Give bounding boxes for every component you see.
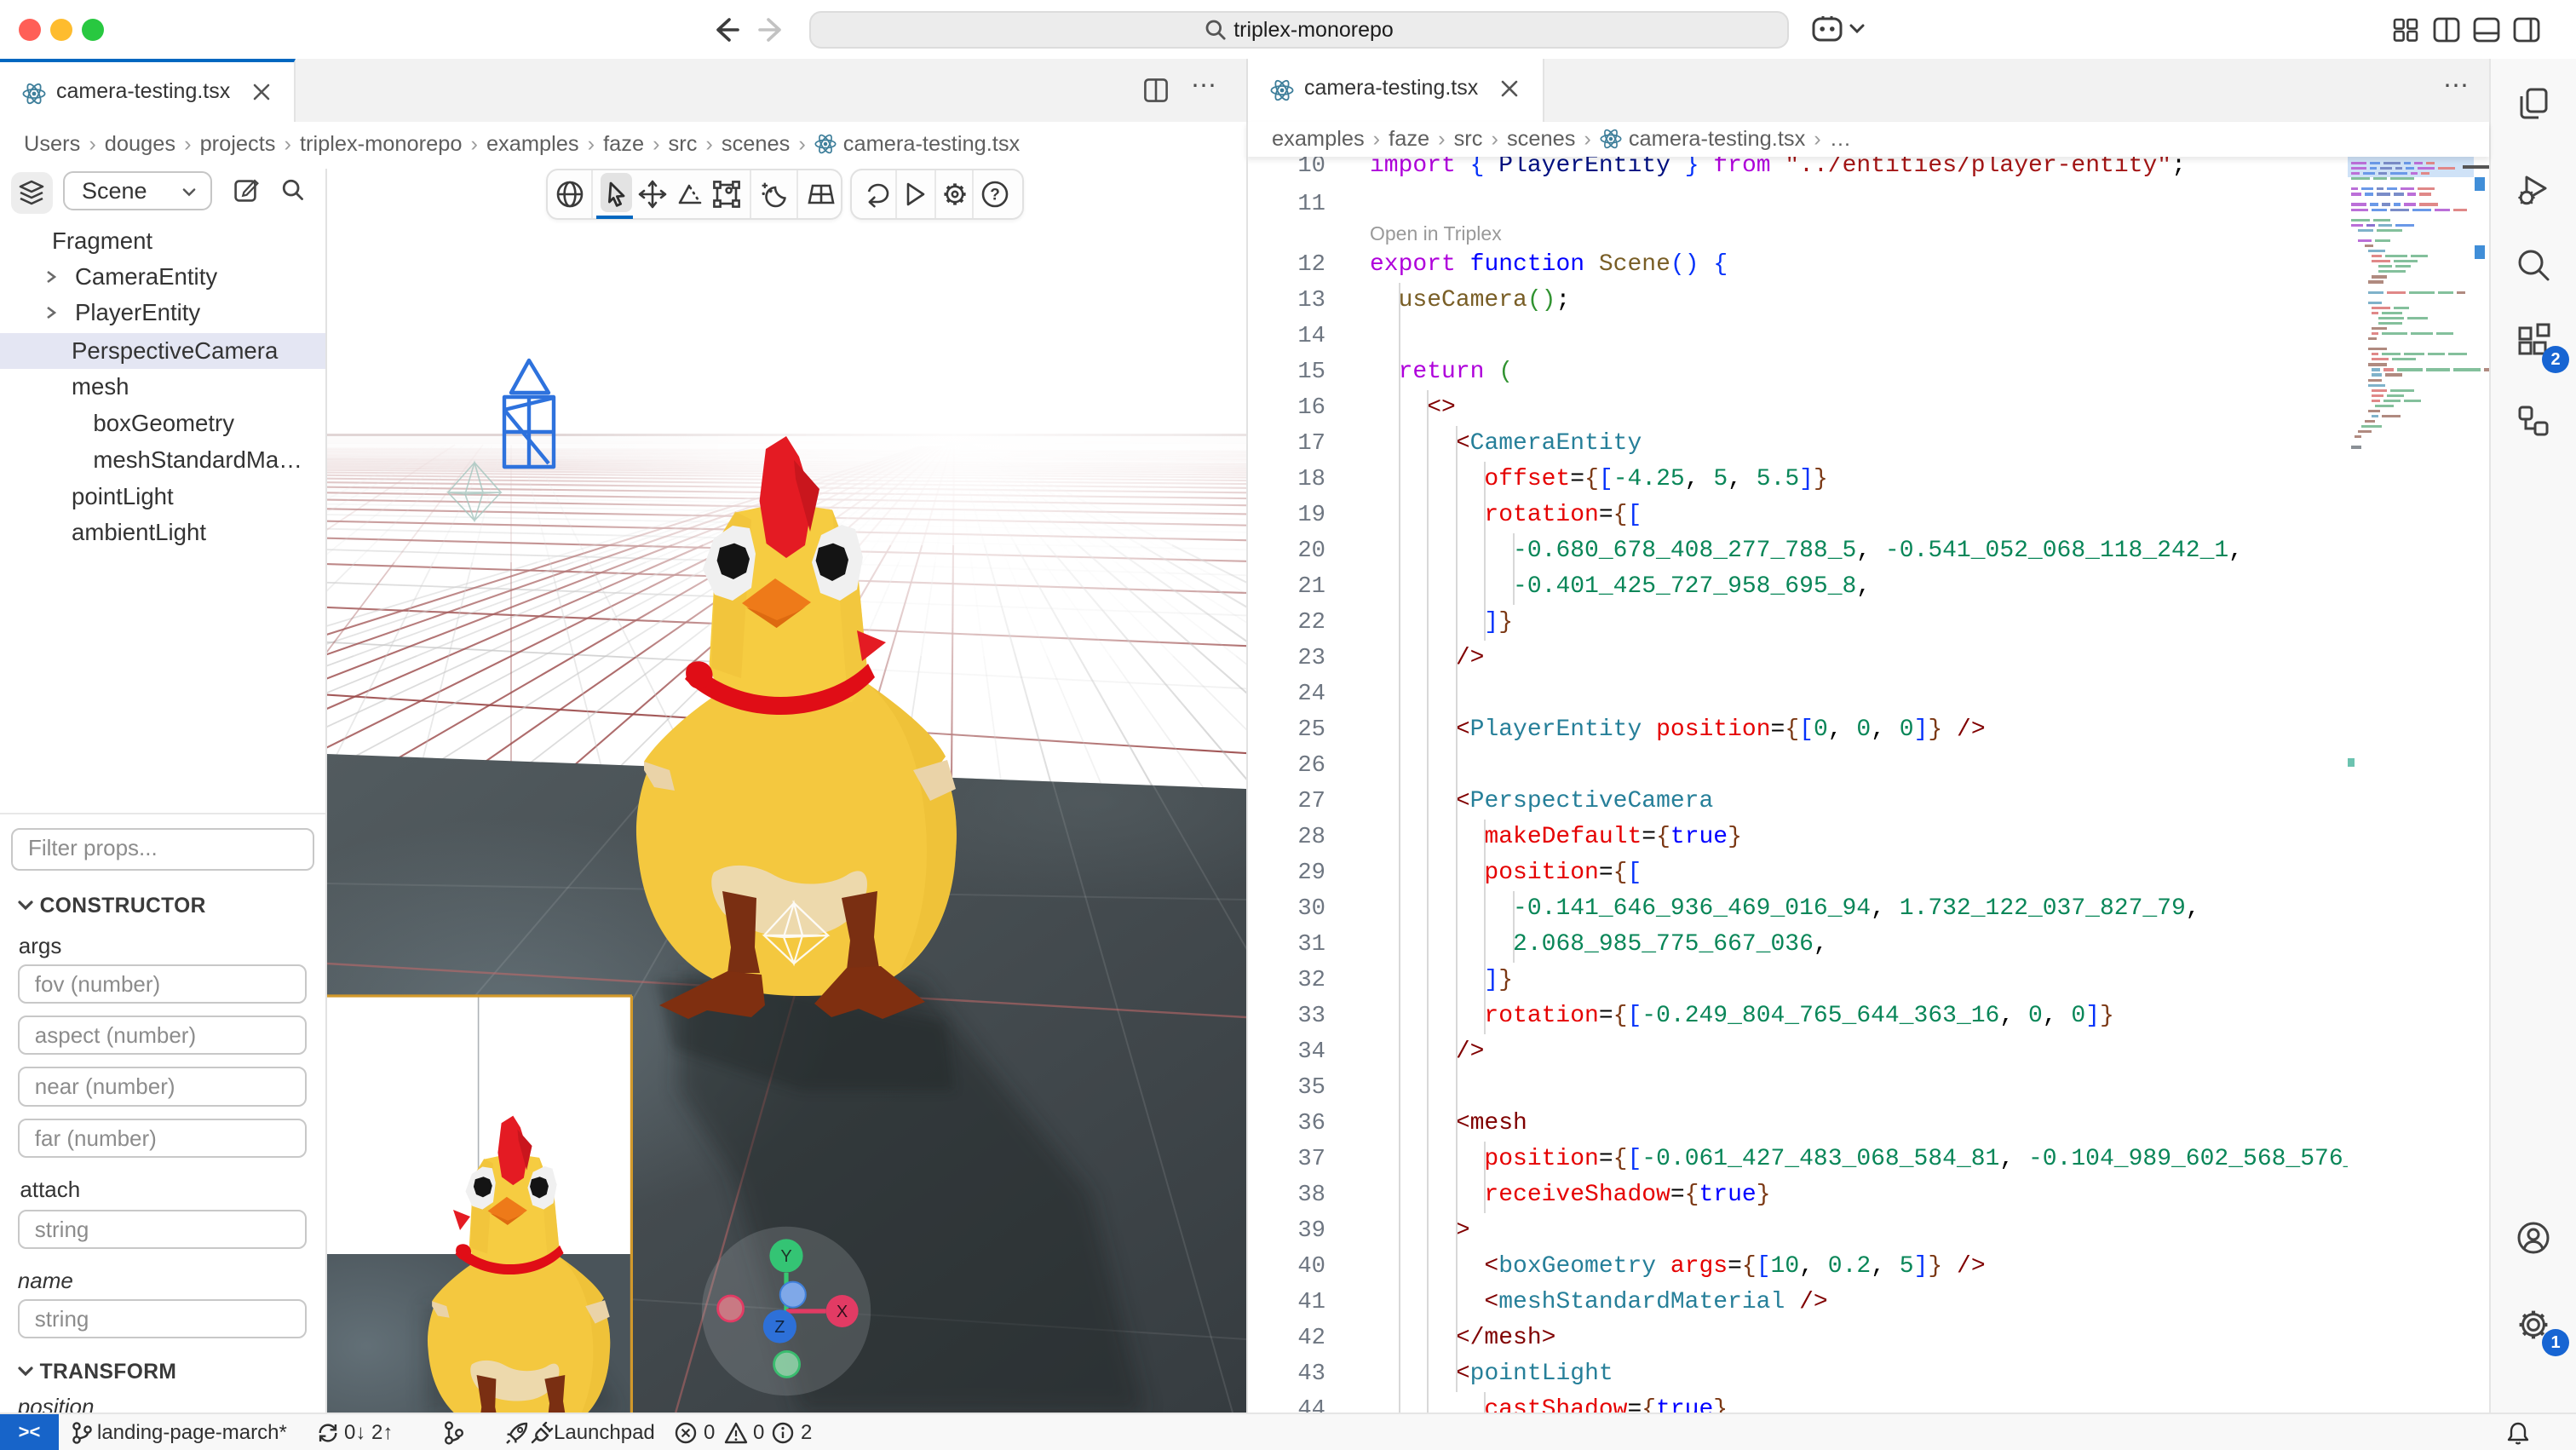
svg-text:Y: Y	[780, 1247, 791, 1266]
svg-text:Z: Z	[774, 1318, 785, 1337]
svg-text:?: ?	[990, 186, 1000, 204]
svg-text:X: X	[837, 1303, 848, 1321]
